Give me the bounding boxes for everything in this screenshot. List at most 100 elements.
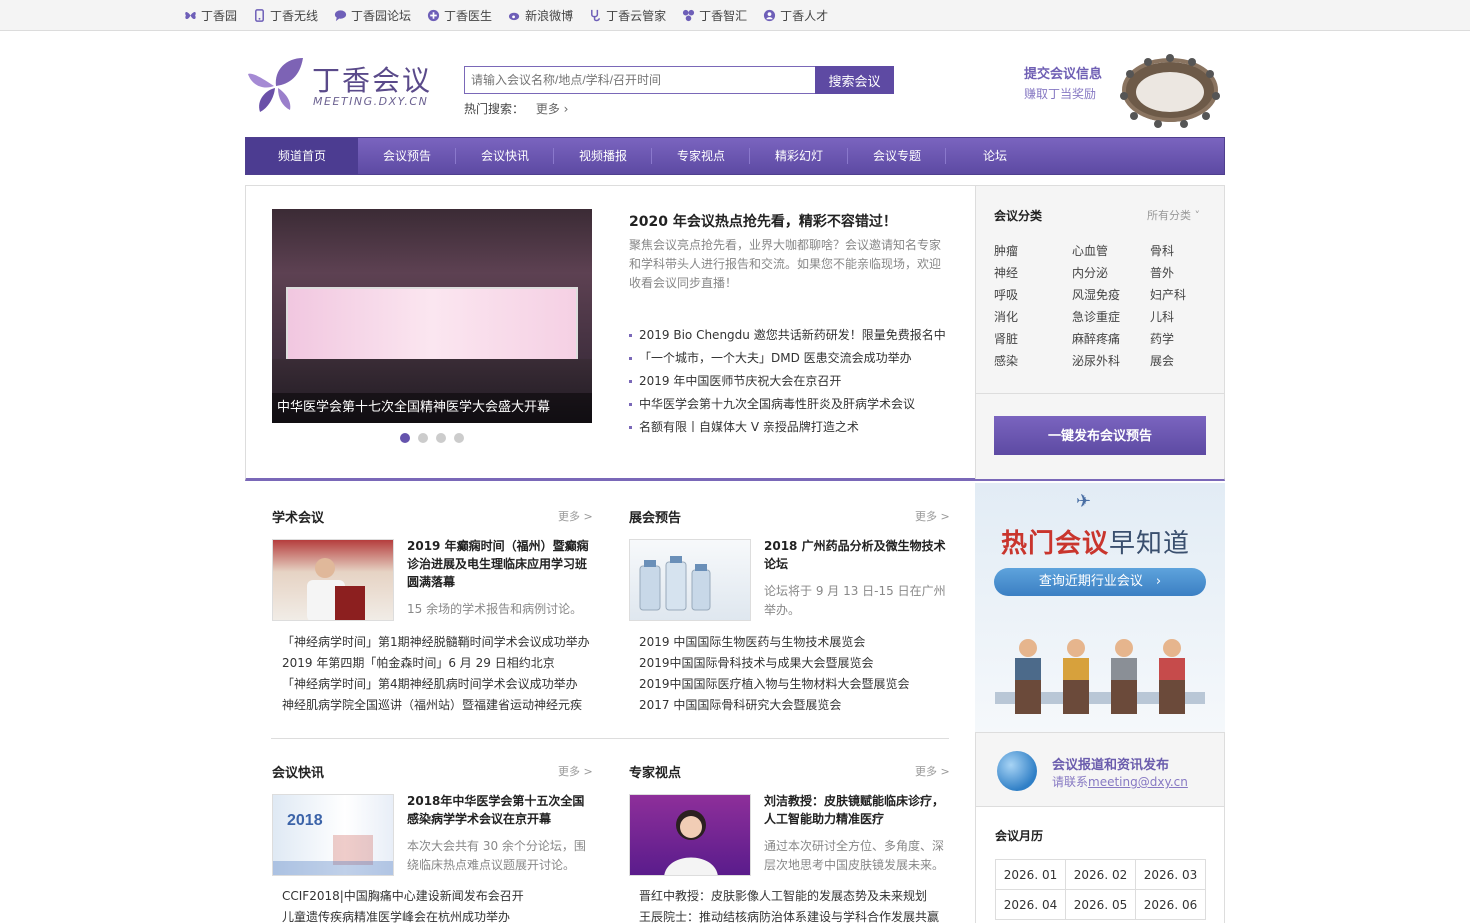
category-item[interactable]: 泌尿外科 [1072, 353, 1150, 369]
search-input[interactable] [464, 66, 816, 94]
category-item[interactable]: 麻醉疼痛 [1072, 331, 1150, 347]
featured-desc: 聚焦会议亮点抢先看，业界大咖都聊啥？会议邀请知名专家和学科带头人进行报告和交流。… [629, 238, 942, 290]
month-cell[interactable]: 2026. 02 [1065, 859, 1136, 890]
category-item[interactable]: 骨科 [1150, 243, 1210, 259]
list-item[interactable]: 「神经病学时间」第4期神经肌病时间学术会议成功举办 [282, 674, 590, 695]
category-item[interactable]: 展会 [1150, 353, 1210, 369]
more-link-expo[interactable]: 更多 > [915, 508, 950, 524]
top-link-cloud[interactable]: 丁香云管家 [589, 7, 666, 24]
category-item[interactable]: 肿瘤 [994, 243, 1072, 259]
monthly-calendar-panel: 会议月历 2026. 01 2026. 02 2026. 03 2026. 04… [975, 807, 1225, 923]
academic-card-title[interactable]: 2019 年癫痫时间（福州）暨癫痫诊治进展及电生理临床应用学习班圆满落幕 [407, 537, 592, 591]
more-link-news[interactable]: 更多 > [558, 763, 593, 779]
expert-card-image[interactable] [629, 794, 751, 876]
category-item[interactable]: 普外 [1150, 265, 1210, 281]
nav-topics[interactable]: 会议专题 [848, 138, 946, 174]
featured-slide[interactable]: 中华医学会第十七次全国精神医学大会盛大开幕 [272, 209, 592, 423]
category-item[interactable]: 内分泌 [1072, 265, 1150, 281]
more-link-expert[interactable]: 更多 > [915, 763, 950, 779]
nav-news[interactable]: 会议快讯 [456, 138, 554, 174]
expo-list: 2019 中国国际生物医药与生物技术展览会 2019中国国际骨科技术与成果大会暨… [639, 632, 910, 716]
nav-expert[interactable]: 专家视点 [652, 138, 750, 174]
category-item[interactable]: 药学 [1150, 331, 1210, 347]
hot-search: 热门搜索： 更多 › [464, 100, 568, 117]
month-cell[interactable]: 2026. 04 [995, 889, 1066, 920]
list-item[interactable]: 晋红中教授：皮肤影像人工智能的发展态势及未来规划 [639, 886, 939, 907]
featured-title[interactable]: 2020 年会议热点抢先看，精彩不容错过！ [629, 211, 897, 231]
list-item[interactable]: 儿童遗传疾病精准医学峰会在杭州成功举办 [282, 907, 524, 923]
news-card-title[interactable]: 2018年中华医学会第十五次全国感染病学学术会议在京开幕 [407, 792, 592, 828]
list-item[interactable]: 2017 中国国际骨科研究大会暨展览会 [639, 695, 910, 716]
top-link-talent[interactable]: 丁香人才 [763, 7, 828, 24]
category-item[interactable]: 感染 [994, 353, 1072, 369]
list-item[interactable]: CCIF2018|中国胸痛中心建设新闻发布会召开 [282, 886, 524, 907]
top-link-doctor[interactable]: 丁香医生 [427, 7, 492, 24]
academic-card-image[interactable] [272, 539, 394, 621]
slide-dot[interactable] [454, 433, 464, 443]
top-link-weibo[interactable]: 新浪微博 [508, 7, 573, 24]
news-card-desc: 本次大会共有 30 余个分论坛，围绕临床热点难点议题展开讨论。 [407, 839, 586, 872]
list-item[interactable]: 「一个城市，一个大夫」DMD 医患交流会成功举办 [629, 347, 946, 370]
list-item[interactable]: 2019中国国际骨科技术与成果大会暨展览会 [639, 653, 910, 674]
top-link-forum[interactable]: 丁香园论坛 [334, 7, 411, 24]
expert-card-title[interactable]: 刘洁教授：皮肤镜赋能临床诊疗，人工智能助力精准医疗 [764, 792, 949, 828]
top-link-wireless[interactable]: 丁香无线 [253, 7, 318, 24]
hot-search-more-link[interactable]: 更多 › [536, 102, 569, 116]
list-item[interactable]: 2019 Bio Chengdu 邀您共话新药研发！限量免费报名中 [629, 324, 946, 347]
list-item[interactable]: 神经肌病学院全国巡讲（福州站）暨福建省运动神经元疾 [282, 695, 590, 716]
month-cell[interactable]: 2026. 01 [995, 859, 1066, 890]
promo-title-dark: 早知道 [1109, 529, 1191, 559]
list-item[interactable]: 名额有限丨自媒体大 V 亲授品牌打造之术 [629, 416, 946, 439]
hot-conference-promo[interactable]: ✈ 热门会议早知道 查询近期行业会议 › [975, 483, 1225, 732]
list-item[interactable]: 「神经病学时间」第1期神经脱髓鞘时间学术会议成功举办 [282, 632, 590, 653]
search-button[interactable]: 搜索会议 [815, 66, 894, 94]
list-item[interactable]: 中华医学会第十九次全国病毒性肝炎及肝病学术会议 [629, 393, 946, 416]
speaker-image [307, 558, 365, 620]
category-item[interactable]: 儿科 [1150, 309, 1210, 325]
list-item[interactable]: 2019 中国国际生物医药与生物技术展览会 [639, 632, 910, 653]
month-cell[interactable]: 2026. 06 [1135, 889, 1206, 920]
more-link-academic[interactable]: 更多 > [558, 508, 593, 524]
logo-subtext: MEETING.DXY.CN [313, 95, 429, 108]
month-cell[interactable]: 2026. 03 [1135, 859, 1206, 890]
top-link-zhihui[interactable]: 丁香智汇 [682, 7, 747, 24]
nav-slides[interactable]: 精彩幻灯 [750, 138, 848, 174]
nav-video[interactable]: 视频播报 [554, 138, 652, 174]
list-item[interactable]: 2019 年中国医师节庆祝大会在京召开 [629, 370, 946, 393]
puzzle-icon [683, 9, 695, 21]
category-item[interactable]: 消化 [994, 309, 1072, 325]
submit-info-link[interactable]: 提交会议信息 赚取丁当奖励 [1024, 63, 1102, 102]
list-item[interactable]: 2019 年第四期「帕金森时间」6 月 29 日相约北京 [282, 653, 590, 674]
slide-dot[interactable] [400, 433, 410, 443]
nav-forum[interactable]: 论坛 [946, 138, 1044, 174]
slide-dot[interactable] [418, 433, 428, 443]
expo-card-image[interactable] [629, 539, 751, 621]
category-item[interactable]: 肾脏 [994, 331, 1072, 347]
hot-search-label: 热门搜索： [464, 102, 525, 116]
vials-image [639, 556, 711, 611]
category-item[interactable]: 心血管 [1072, 243, 1150, 259]
nav-home[interactable]: 频道首页 [246, 138, 358, 174]
section-title-news: 会议快讯 [272, 766, 325, 781]
site-logo[interactable]: 丁香会议 MEETING.DXY.CN [248, 56, 438, 116]
list-item[interactable]: 王辰院士：推动结核病防治体系建设与学科合作发展共赢 [639, 907, 939, 923]
publish-preview-button[interactable]: 一键发布会议预告 [994, 416, 1206, 455]
month-cell[interactable]: 2026. 05 [1065, 889, 1136, 920]
monthly-title: 会议月历 [995, 829, 1044, 843]
query-conference-button[interactable]: 查询近期行业会议 › [994, 568, 1206, 596]
report-email-link[interactable]: meeting@dxy.cn [1088, 775, 1188, 789]
promo-title-red: 热门会议 [1001, 529, 1110, 559]
category-item[interactable]: 神经 [994, 265, 1072, 281]
news-card-image[interactable]: 2018 [272, 794, 394, 876]
category-item[interactable]: 急诊重症 [1072, 309, 1150, 325]
slide-dot[interactable] [436, 433, 446, 443]
expo-card-title[interactable]: 2018 广州药品分析及微生物技术论坛 [764, 537, 949, 573]
category-item[interactable]: 妇产科 [1150, 287, 1210, 303]
top-link-dxy[interactable]: 丁香园 [184, 7, 237, 24]
list-item[interactable]: 2019中国国际医疗植入物与生物材料大会暨展览会 [639, 674, 910, 695]
month-table: 2026. 01 2026. 02 2026. 03 2026. 04 2026… [995, 859, 1206, 920]
nav-preview[interactable]: 会议预告 [358, 138, 456, 174]
category-item[interactable]: 呼吸 [994, 287, 1072, 303]
all-categories-dropdown[interactable]: 所有分类 ˅ [1147, 207, 1200, 223]
category-item[interactable]: 风湿免疫 [1072, 287, 1150, 303]
